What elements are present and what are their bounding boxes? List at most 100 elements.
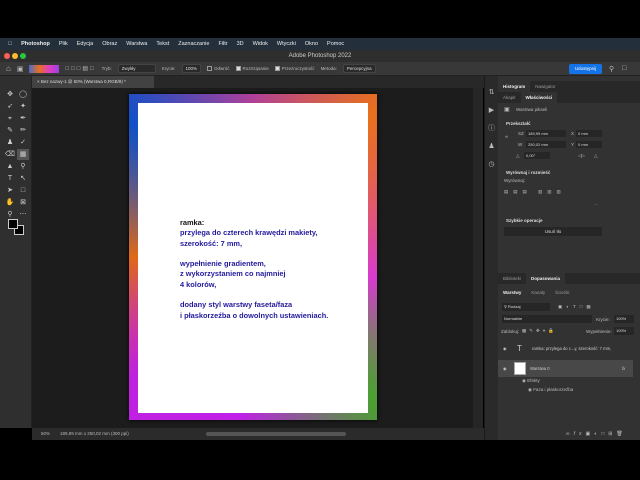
y-field[interactable]: 0 mm: [576, 141, 602, 148]
tab-channels[interactable]: Kanały: [526, 287, 550, 298]
hand-tool-icon[interactable]: ✋: [4, 197, 16, 208]
width-field[interactable]: 189,99 mm: [526, 130, 566, 137]
history-icon[interactable]: ◷: [485, 156, 498, 174]
flip-horizontal-icon[interactable]: ◁▷: [578, 153, 585, 159]
tab-layers[interactable]: Warstwy: [498, 287, 527, 298]
remove-background-button[interactable]: Usuń tło: [504, 227, 602, 236]
effect-bevel-row[interactable]: ◉ Faza i płaskorzeźba: [528, 387, 573, 393]
document-info[interactable]: 189,99 mm x 250,02 mm (300 ppi): [60, 428, 129, 440]
more-align-button[interactable]: ...: [594, 201, 598, 206]
home-icon[interactable]: ⌂: [6, 64, 11, 73]
fx-badge[interactable]: fx: [622, 360, 625, 377]
link-icon[interactable]: ∞: [505, 134, 508, 139]
lock-icons[interactable]: ▩✎✥⌖🔒: [522, 328, 557, 334]
tab-paths[interactable]: Ścieżki: [550, 287, 574, 298]
type-tool-icon[interactable]: T: [4, 173, 16, 184]
fill-field[interactable]: 100%: [614, 327, 634, 335]
menu-filtr[interactable]: Filtr: [218, 41, 227, 47]
more-tools-icon[interactable]: ⋯: [17, 209, 29, 220]
layer-row-warstwa-0[interactable]: ◉ Warstwa 0 fx: [498, 360, 633, 377]
tab-navigator[interactable]: Nawigator: [530, 81, 560, 92]
filter-icons[interactable]: ▣◐T□▩: [558, 304, 595, 310]
minimize-button[interactable]: [12, 53, 18, 59]
dither-checkbox[interactable]: Roztrząsanie: [235, 66, 269, 72]
tab-paragraph[interactable]: Akapit: [498, 92, 521, 103]
tab-properties[interactable]: Właściwości: [520, 92, 558, 103]
clone-source-icon[interactable]: ♟: [485, 138, 498, 156]
opacity-input[interactable]: 100%: [181, 64, 202, 73]
align-icons[interactable]: ▤▤▤ ▥▥▥: [504, 189, 566, 195]
info-icon[interactable]: ⓘ: [485, 120, 498, 138]
marquee-tool-icon[interactable]: ◯: [17, 89, 29, 100]
mode-select[interactable]: Zwykły: [117, 64, 156, 73]
eraser-tool-icon[interactable]: ⌫: [4, 149, 16, 160]
x-field[interactable]: 0 mm: [576, 130, 602, 137]
pen-tool-icon[interactable]: ↖: [17, 173, 29, 184]
transparency-checkbox[interactable]: Przezroczystość: [274, 66, 315, 72]
visibility-eye-icon[interactable]: ◉: [503, 340, 507, 357]
menu-pomoc[interactable]: Pomoc: [327, 41, 344, 47]
healing-brush-icon[interactable]: ✎: [4, 125, 16, 136]
menu-plik[interactable]: Plik: [59, 41, 68, 47]
gradient-tool-icon[interactable]: ▦: [17, 149, 29, 160]
move-tool-icon[interactable]: ✥: [4, 89, 16, 100]
menu-okno[interactable]: Okno: [305, 41, 318, 47]
history-brush-icon[interactable]: ✓: [17, 137, 29, 148]
menu-tekst[interactable]: Tekst: [156, 41, 169, 47]
share-button[interactable]: Udostępnij: [569, 64, 602, 74]
adjust-panel-icon[interactable]: ⇅: [485, 84, 498, 102]
layers-footer-icons[interactable]: ∞fx▣◐□⊞🗑: [566, 431, 627, 437]
magic-wand-icon[interactable]: ✦: [17, 101, 29, 112]
zoom-level[interactable]: 50%: [41, 428, 50, 440]
layer-row-text[interactable]: ◉ T ramka: przylega do c...y, szerokość:…: [498, 340, 633, 357]
layer-filter-select[interactable]: ⚲ Rodzaj: [502, 303, 550, 311]
stamp-tool-icon[interactable]: ♟: [4, 137, 16, 148]
frame-tool-icon[interactable]: ⊠: [17, 197, 29, 208]
menu-widok[interactable]: Widok: [253, 41, 268, 47]
apple-icon[interactable]: : [8, 41, 12, 47]
method-select[interactable]: Percepcyjna: [342, 64, 376, 73]
visibility-eye-icon[interactable]: ◉: [503, 360, 507, 377]
rectangle-tool-icon[interactable]: □: [17, 185, 29, 196]
layer-opacity-field[interactable]: 100%: [614, 315, 634, 323]
dodge-tool-icon[interactable]: ⚲: [17, 161, 29, 172]
eyedropper-icon[interactable]: ✒: [17, 113, 29, 124]
angle-field[interactable]: 0,00°: [524, 152, 550, 159]
gradient-picker[interactable]: [29, 64, 60, 73]
vertical-scrollbar[interactable]: [473, 88, 483, 428]
transform-section[interactable]: Przekształć: [502, 121, 531, 126]
tab-libraries[interactable]: Biblioteki: [498, 273, 526, 284]
quick-actions-section[interactable]: Szybkie operacje: [502, 218, 543, 223]
menu-3d[interactable]: 3D: [237, 41, 244, 47]
reverse-checkbox[interactable]: Odwróć: [207, 66, 230, 72]
foreground-color[interactable]: [8, 219, 18, 229]
path-selection-icon[interactable]: ➤: [4, 185, 16, 196]
crop-tool-icon[interactable]: ⌖: [4, 113, 16, 124]
maximize-button[interactable]: [20, 53, 26, 59]
menu-zaznaczanie[interactable]: Zaznaczanie: [178, 41, 209, 47]
tab-adjustments[interactable]: Dopasowania: [526, 273, 566, 284]
actions-play-icon[interactable]: ▶: [485, 102, 498, 120]
align-section[interactable]: Wyrównaj i rozmieść: [502, 170, 550, 175]
effects-row[interactable]: ◉ Efekty: [522, 378, 540, 384]
gradient-type-icons[interactable]: □□□▤□: [65, 65, 95, 72]
close-button[interactable]: [4, 53, 10, 59]
flip-vertical-icon[interactable]: △: [594, 153, 597, 159]
brush-tool-icon[interactable]: ✏: [17, 125, 29, 136]
blend-mode-select[interactable]: Normalnie: [502, 315, 592, 323]
menu-photoshop[interactable]: Photoshop: [21, 41, 50, 47]
canvas-area[interactable]: ramka: przylega do czterech krawędzi maki…: [32, 88, 473, 428]
workspace-icon[interactable]: □: [622, 65, 626, 72]
height-field[interactable]: 250,02 mm: [526, 141, 566, 148]
menu-obraz[interactable]: Obraz: [102, 41, 117, 47]
menu-warstwa[interactable]: Warstwa: [126, 41, 147, 47]
tab-histogram[interactable]: Histogram: [498, 81, 531, 92]
document-tab[interactable]: × Bez nazwy-1 @ 50% (Warstwa 0,RGB/8) *: [32, 76, 154, 88]
horizontal-scrollbar[interactable]: [206, 432, 346, 436]
lasso-tool-icon[interactable]: ➶: [4, 101, 16, 112]
search-icon[interactable]: ⚲: [609, 65, 614, 73]
menu-wtyczki[interactable]: Wtyczki: [277, 41, 296, 47]
tool-preset-icon[interactable]: ▣: [17, 65, 24, 73]
menu-edycja[interactable]: Edycja: [77, 41, 94, 47]
blur-tool-icon[interactable]: ▲: [4, 161, 16, 172]
